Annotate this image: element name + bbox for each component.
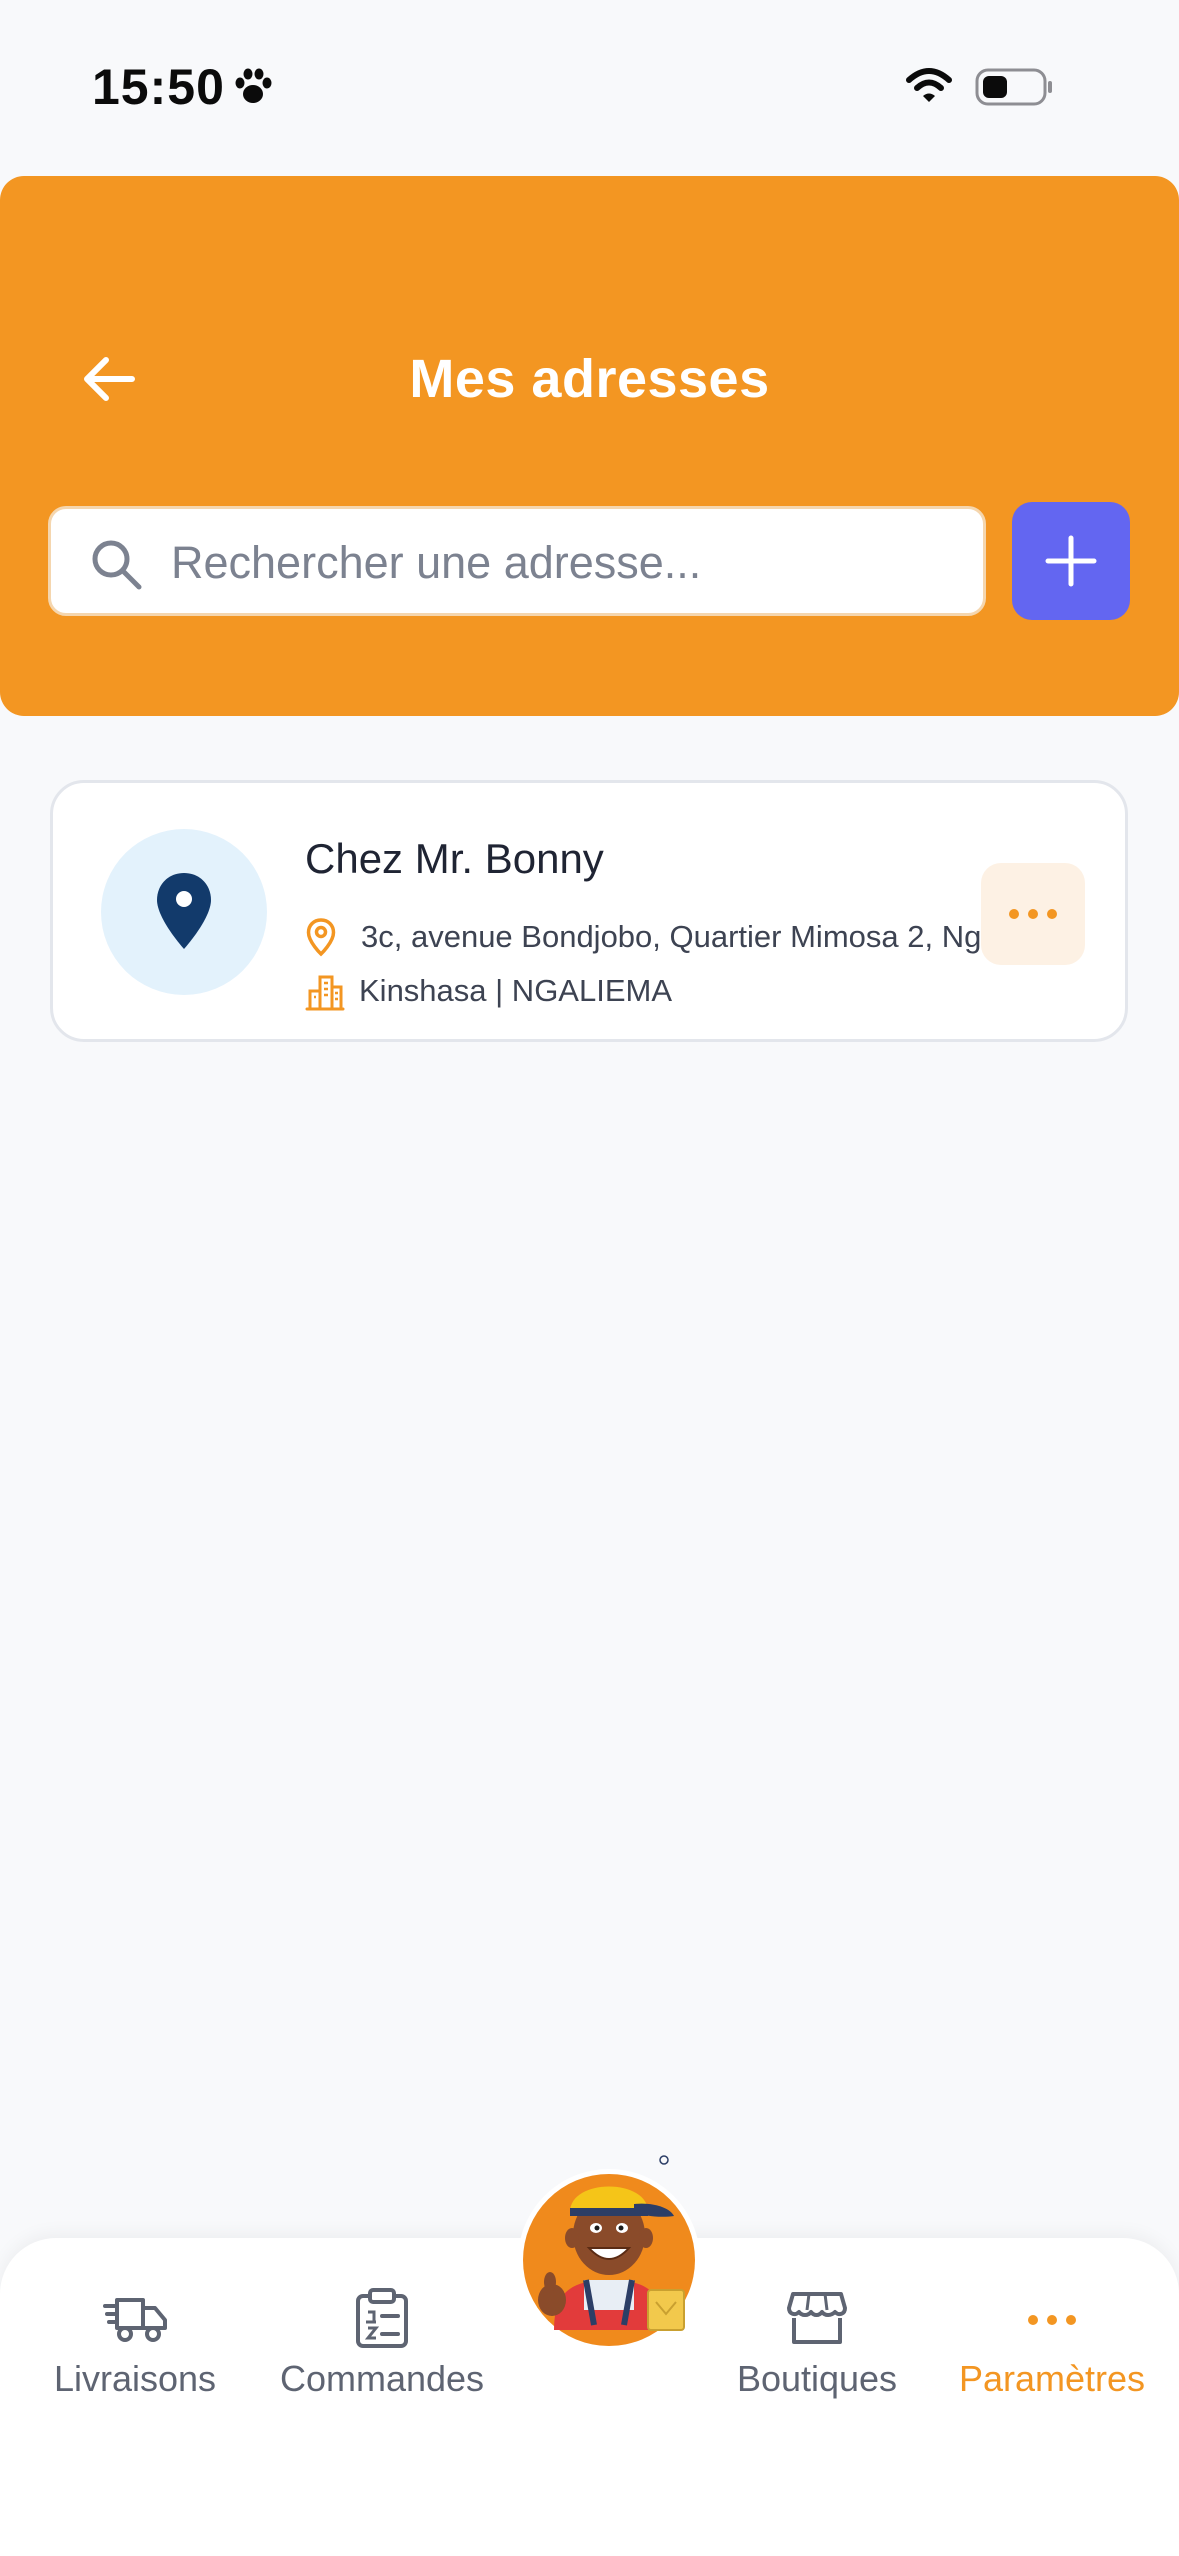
paw-icon xyxy=(235,68,272,103)
nav-label-boutiques: Boutiques xyxy=(736,2358,898,2399)
wifi-icon xyxy=(906,68,952,102)
delivery-mascot-icon[interactable] xyxy=(514,2130,704,2360)
city-buildings-icon xyxy=(305,975,345,1011)
header xyxy=(0,176,1179,716)
search-input[interactable] xyxy=(169,519,963,607)
address-name: Chez Mr. Bonny xyxy=(305,835,604,882)
clipboard-list-icon xyxy=(356,2288,408,2348)
nav-label-commandes: Commandes xyxy=(279,2358,485,2399)
truck-icon xyxy=(103,2298,167,2342)
search-bar[interactable] xyxy=(48,506,986,616)
address-avatar xyxy=(101,829,267,995)
nav-item-parametres[interactable]: Paramètres xyxy=(940,2238,1164,2438)
more-horizontal-icon xyxy=(1028,2315,1076,2325)
battery-icon xyxy=(975,68,1052,106)
search-icon xyxy=(92,540,142,590)
address-street: 3c, avenue Bondjobo, Quartier Mimosa 2, … xyxy=(361,919,1025,954)
location-pin-icon xyxy=(157,873,211,949)
nav-item-livraisons[interactable]: Livraisons xyxy=(28,2238,242,2438)
address-city-row: Kinshasa | NGALIEMA xyxy=(305,969,672,1013)
address-city: Kinshasa | NGALIEMA xyxy=(359,973,673,1008)
plus-icon xyxy=(1045,535,1097,587)
status-time: 15:50 xyxy=(92,59,225,115)
address-options-button[interactable] xyxy=(981,863,1085,965)
store-icon xyxy=(787,2292,847,2344)
nav-label-parametres: Paramètres xyxy=(958,2358,1146,2399)
add-address-button[interactable] xyxy=(1012,502,1130,620)
address-street-row: 3c, avenue Bondjobo, Quartier Mimosa 2, … xyxy=(305,915,1025,959)
address-card[interactable]: Chez Mr. Bonny 3c, avenue Bondjobo, Quar… xyxy=(50,780,1128,1042)
nav-item-commandes[interactable]: Commandes xyxy=(266,2238,498,2438)
nav-label-livraisons: Livraisons xyxy=(53,2358,217,2399)
status-bar: 15:50 xyxy=(0,0,1179,170)
nav-item-boutiques[interactable]: Boutiques xyxy=(712,2238,922,2438)
more-horizontal-icon xyxy=(1009,909,1057,919)
page-title: Mes adresses xyxy=(409,349,770,409)
map-pin-outline-icon xyxy=(306,918,336,957)
